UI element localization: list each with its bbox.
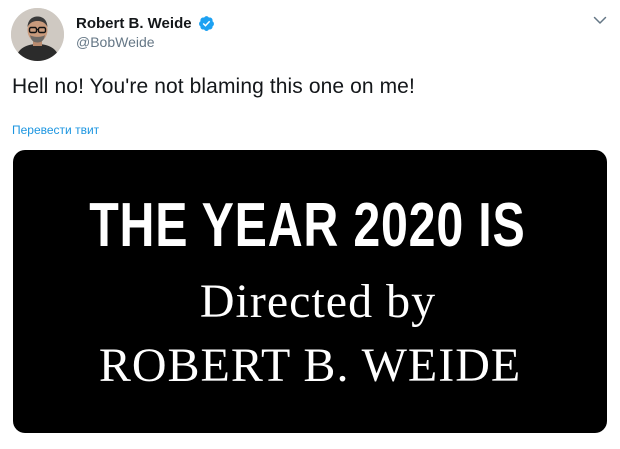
author-name-row: Robert B. Weide (76, 13, 215, 33)
media-credit: ROBERT B. WEIDE (98, 339, 522, 392)
author-display-name[interactable]: Robert B. Weide (76, 15, 192, 32)
tweet-media-image[interactable]: THE YEAR 2020 IS Directed by ROBERT B. W… (13, 150, 607, 433)
media-subtitle: Directed by (199, 275, 437, 328)
tweet-menu-button[interactable] (589, 9, 611, 31)
verified-badge-icon (198, 15, 215, 32)
translate-tweet-link[interactable]: Перевести твит (12, 123, 99, 137)
person-portrait-icon (11, 8, 64, 61)
author-handle[interactable]: @BobWeide (76, 34, 155, 50)
tweet-card: Robert B. Weide @BobWeide Hell no! You'r… (0, 0, 620, 449)
tweet-text: Hell no! You're not blaming this one on … (12, 75, 415, 98)
avatar[interactable] (11, 8, 64, 61)
media-headline: THE YEAR 2020 IS (89, 191, 526, 260)
chevron-down-icon (593, 16, 607, 24)
